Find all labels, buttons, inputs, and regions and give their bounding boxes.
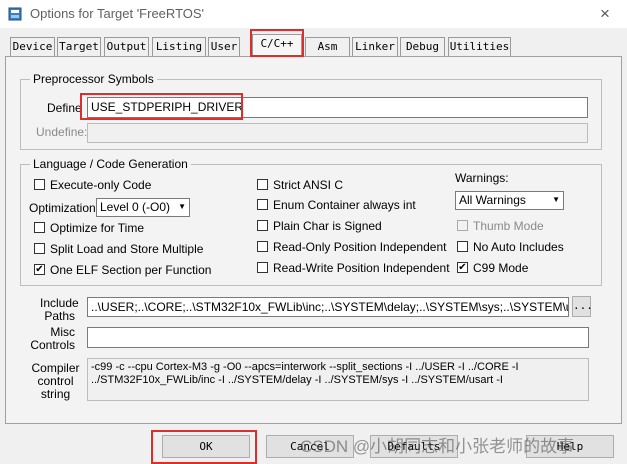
tab-target[interactable]: Target [57,37,101,56]
plain-char-label: Plain Char is Signed [273,219,382,233]
tab-asm[interactable]: Asm [305,37,350,56]
undefine-label: Undefine: [36,125,88,139]
options-window-icon [8,7,22,21]
optimize-time-checkbox[interactable] [34,222,45,233]
thumb-mode-checkbox[interactable] [457,220,468,231]
title-bar: Options for Target 'FreeRTOS' × [0,0,627,28]
tab-debug[interactable]: Debug [400,37,445,56]
tab-user[interactable]: User [208,37,240,56]
undefine-field[interactable] [87,123,588,143]
warnings-select[interactable]: All Warnings ▼ [455,191,564,210]
tab-linker[interactable]: Linker [352,37,398,56]
define-label: Define [47,101,82,115]
include-paths-label: Include Paths [40,296,79,323]
define-highlight [80,93,243,120]
compiler-control-line-1: -c99 -c --cpu Cortex-M3 -g -O0 --apcs=in… [91,361,519,373]
misc-controls-field[interactable] [87,327,589,348]
warnings-label: Warnings: [455,171,509,185]
tab-strip: Device Target Output Listing User C/C++ … [0,34,627,60]
enum-container-checkbox[interactable] [257,199,268,210]
chevron-down-icon: ▼ [178,202,186,211]
c99-mode-label: C99 Mode [473,261,529,275]
optimization-select[interactable]: Level 0 (-O0) ▼ [96,198,190,217]
tab-output[interactable]: Output [104,37,149,56]
chevron-down-icon: ▼ [552,195,560,204]
tab-utilities[interactable]: Utilities [448,37,511,56]
enum-container-label: Enum Container always int [273,198,416,212]
execute-only-label: Execute-only Code [50,178,152,192]
window-title: Options for Target 'FreeRTOS' [30,6,205,21]
strict-ansi-checkbox[interactable] [257,179,268,190]
misc-controls-label: Misc Controls [30,325,75,352]
tab-listing[interactable]: Listing [152,37,206,56]
include-paths-field[interactable]: ..\USER;..\CORE;..\STM32F10x_FWLib\inc;.… [87,297,569,317]
rw-pi-checkbox[interactable] [257,262,268,273]
tab-device[interactable]: Device [10,37,55,56]
compiler-control-string: -c99 -c --cpu Cortex-M3 -g -O0 --apcs=in… [87,358,589,401]
c99-mode-checkbox[interactable]: ✔ [457,262,468,273]
no-auto-includes-checkbox[interactable] [457,241,468,252]
include-paths-browse-button[interactable]: ... [572,296,593,317]
split-load-label: Split Load and Store Multiple [50,242,204,256]
optimization-label: Optimization: [29,201,100,215]
ro-pi-label: Read-Only Position Independent [273,240,447,254]
preprocessor-group-title: Preprocessor Symbols [30,72,157,86]
warnings-value: All Warnings [459,193,526,207]
split-load-checkbox[interactable] [34,243,45,254]
optimize-time-label: Optimize for Time [50,221,145,235]
one-elf-label: One ELF Section per Function [50,263,212,277]
cpp-tab-highlight [250,29,304,57]
one-elf-checkbox[interactable]: ✔ [34,264,45,275]
compiler-control-label: Compiler control string [31,361,80,401]
plain-char-checkbox[interactable] [257,220,268,231]
watermark: CSDN @小胡同志和小张老师的故事 [300,437,575,456]
compiler-control-line-2: ../STM32F10x_FWLib/inc -I ../SYSTEM/dela… [91,374,503,386]
ok-highlight [151,430,257,464]
strict-ansi-label: Strict ANSI C [273,178,344,192]
thumb-mode-label: Thumb Mode [473,219,544,233]
close-icon[interactable]: × [600,4,610,24]
no-auto-includes-label: No Auto Includes [473,240,564,254]
ro-pi-checkbox[interactable] [257,241,268,252]
optimization-value: Level 0 (-O0) [100,200,171,214]
execute-only-checkbox[interactable] [34,179,45,190]
language-group-title: Language / Code Generation [30,157,191,171]
rw-pi-label: Read-Write Position Independent [273,261,450,275]
